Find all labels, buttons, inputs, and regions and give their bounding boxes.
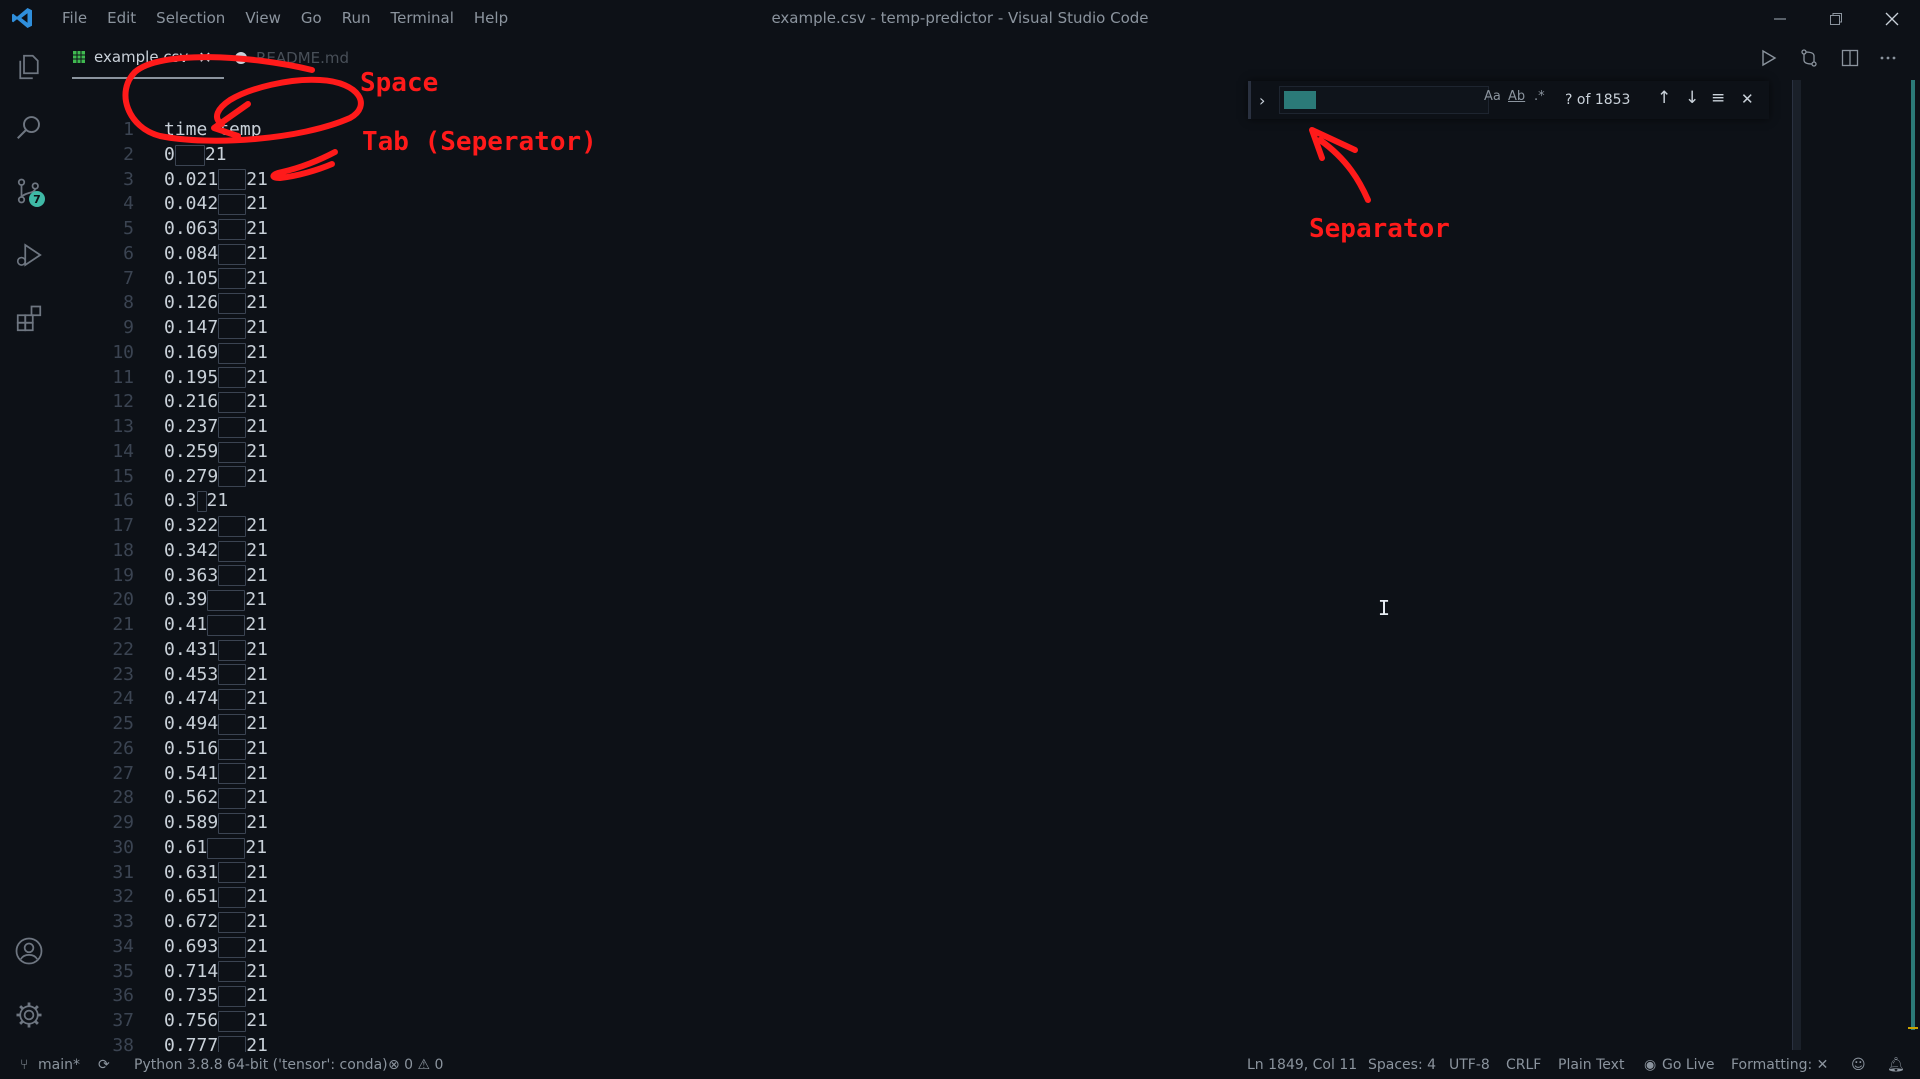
annotation-space: Space xyxy=(360,68,439,98)
cursor-position[interactable]: Ln 1849, Col 11 xyxy=(1247,1052,1357,1079)
status-bar: ⑂ main* ⟳ Python 3.8.8 64-bit ('tensor':… xyxy=(0,1052,1920,1079)
annotation-separator: Separator xyxy=(1309,214,1450,244)
formatting-status[interactable]: Formatting: ✕ xyxy=(1731,1052,1828,1079)
branch-icon: ⑂ xyxy=(20,1057,29,1073)
notifications-icon[interactable]: 🔔︎ xyxy=(1887,1052,1905,1079)
branch-label[interactable]: main* xyxy=(38,1052,80,1079)
python-interpreter[interactable]: Python 3.8.8 64-bit ('tensor': conda) xyxy=(134,1052,388,1079)
feedback-icon[interactable]: ☺ xyxy=(1851,1052,1866,1079)
annotation-tab: Tab (Seperator) xyxy=(362,127,597,157)
language-mode[interactable]: Plain Text xyxy=(1558,1052,1624,1079)
encoding[interactable]: UTF-8 xyxy=(1449,1052,1490,1079)
go-live-button[interactable]: Go Live xyxy=(1662,1052,1714,1079)
end-of-line[interactable]: CRLF xyxy=(1506,1052,1541,1079)
broadcast-icon: ◉ xyxy=(1644,1057,1657,1073)
problems-count[interactable]: ⊗ 0 ⚠ 0 xyxy=(388,1052,443,1079)
indentation[interactable]: Spaces: 4 xyxy=(1368,1052,1436,1079)
annotation-strokes xyxy=(122,54,1371,203)
sync-icon[interactable]: ⟳ xyxy=(98,1052,110,1079)
